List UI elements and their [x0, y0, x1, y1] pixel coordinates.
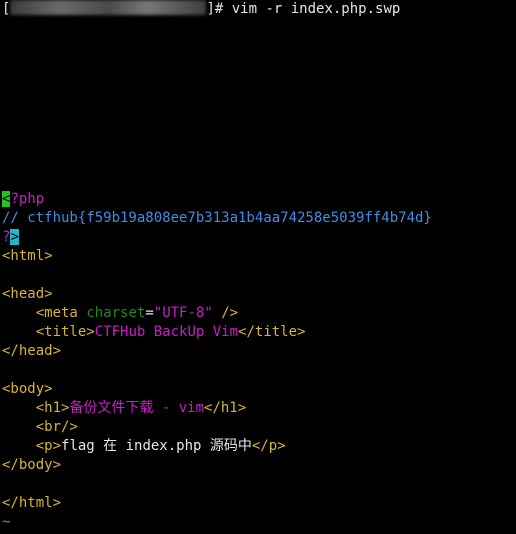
- html-close-tag: </html>: [2, 495, 62, 511]
- h1-open-tag: <h1>: [35, 400, 70, 416]
- php-close-line: ?>: [2, 228, 19, 247]
- meta-line: <meta charset="UTF-8" />: [2, 304, 238, 323]
- title-line: <title>CTFHub BackUp Vim</title>: [2, 323, 306, 342]
- body-open-line: <body>: [2, 380, 53, 399]
- head-close-line: </head>: [2, 342, 61, 361]
- title-close-tag: </title>: [238, 324, 306, 340]
- meta-charset-attr: charset: [86, 305, 146, 321]
- body-open-tag: <body>: [2, 381, 53, 397]
- php-open-line: <?php: [2, 190, 44, 209]
- flag-comment: // ctfhub{f59b19a808ee7b313a1b4aa74258e5…: [2, 210, 432, 226]
- text-cursor: >: [10, 229, 19, 245]
- php-open-tag: ?php: [10, 191, 45, 207]
- head-open-line: <head>: [2, 285, 53, 304]
- title-text: CTFHub BackUp Vim: [94, 324, 239, 340]
- html-open-line: <html>: [2, 247, 53, 266]
- tilde-marker: ~: [2, 514, 11, 530]
- p-open-tag: <p>: [35, 438, 62, 454]
- head-open-tag: <head>: [2, 286, 53, 302]
- terminal-window[interactable]: [ ]# vim -r index.php.swp <?php // ctfhub…: [0, 0, 516, 534]
- title-open-tag: <title>: [35, 324, 95, 340]
- h1-line: <h1>备份文件下载 - vim</h1>: [2, 399, 246, 418]
- meta-equals: =: [145, 305, 154, 321]
- body-close-tag: </body>: [2, 457, 62, 473]
- h1-text: 备份文件下载 - vim: [69, 400, 205, 416]
- p-text: flag 在 index.php 源码中: [61, 438, 252, 454]
- empty-line-marker: ~: [2, 513, 10, 532]
- redacted-hostname: [10, 0, 207, 15]
- html-open-tag: <html>: [2, 248, 53, 264]
- shell-prompt-line: [ ]# vim -r index.php.swp: [2, 0, 400, 19]
- meta-charset-value: "UTF-8": [153, 305, 213, 321]
- head-close-tag: </head>: [2, 343, 62, 359]
- prompt-command: ]# vim -r index.php.swp: [206, 1, 401, 17]
- prompt-open-bracket: [: [2, 1, 11, 17]
- body-close-line: </body>: [2, 456, 61, 475]
- p-close-tag: </p>: [251, 438, 286, 454]
- p-line: <p>flag 在 index.php 源码中</p>: [2, 437, 286, 456]
- br-tag: <br/>: [35, 419, 78, 435]
- meta-close-tag: />: [221, 305, 239, 321]
- br-line: <br/>: [2, 418, 78, 437]
- meta-open-tag: <meta: [35, 305, 78, 321]
- flag-comment-line: // ctfhub{f59b19a808ee7b313a1b4aa74258e5…: [2, 209, 432, 228]
- h1-close-tag: </h1>: [204, 400, 247, 416]
- html-close-line: </html>: [2, 494, 61, 513]
